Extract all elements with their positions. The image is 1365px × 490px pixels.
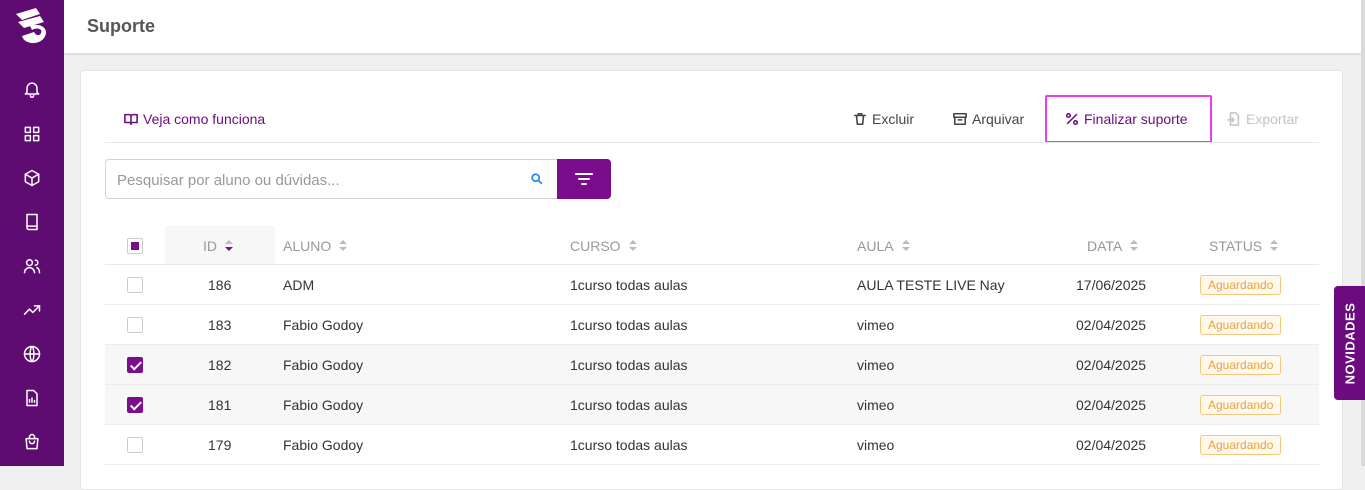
news-side-tab[interactable]: NOVIDADES	[1334, 286, 1365, 400]
cell-id: 186	[208, 277, 232, 293]
sort-icon	[225, 240, 233, 252]
toolbar-divider	[105, 142, 1319, 143]
table-row[interactable]: 182 Fabio Godoy 1curso todas aulas vimeo…	[105, 345, 1319, 385]
cell-id: 179	[208, 437, 232, 453]
row-checkbox[interactable]	[127, 357, 143, 373]
archive-icon	[953, 112, 967, 126]
trash-icon	[853, 112, 867, 126]
trending-up-icon[interactable]	[20, 298, 44, 322]
sort-icon	[628, 240, 637, 252]
archive-label: Arquivar	[972, 111, 1025, 127]
grid-icon[interactable]	[20, 122, 44, 146]
header-course[interactable]: CURSO	[570, 238, 637, 254]
status-badge: Aguardando	[1200, 395, 1282, 415]
delete-button[interactable]: Excluir	[853, 110, 914, 128]
sort-icon	[1270, 240, 1279, 252]
how-it-works-label: Veja como funciona	[143, 111, 266, 127]
top-bar: Suporte	[64, 0, 1361, 54]
users-icon[interactable]	[20, 254, 44, 278]
search-box	[105, 159, 558, 199]
header-lesson[interactable]: AULA	[857, 238, 910, 254]
cell-date: 02/04/2025	[1076, 357, 1147, 373]
cell-student: Fabio Godoy	[283, 357, 364, 373]
header-course-label: CURSO	[570, 238, 621, 254]
header-id[interactable]: ID	[203, 238, 233, 254]
box-icon[interactable]	[20, 166, 44, 190]
sort-icon	[1130, 240, 1139, 252]
header-student-label: ALUNO	[283, 238, 332, 254]
shopping-bag-icon[interactable]	[20, 430, 44, 454]
export-label: Exportar	[1246, 111, 1299, 127]
sidebar	[0, 0, 64, 466]
percent-icon	[1065, 112, 1079, 126]
filter-icon	[575, 173, 593, 185]
search-icon[interactable]	[530, 172, 544, 186]
row-checkbox[interactable]	[127, 317, 143, 333]
cell-student: Fabio Godoy	[283, 397, 364, 413]
export-button[interactable]: Exportar	[1227, 110, 1299, 128]
how-it-works-link[interactable]: Veja como funciona	[124, 110, 265, 128]
finalize-support-label: Finalizar suporte	[1084, 111, 1188, 127]
header-status-label: STATUS	[1209, 238, 1263, 254]
page-title: Suporte	[87, 16, 156, 36]
header-lesson-label: AULA	[857, 238, 894, 254]
filter-button[interactable]	[557, 159, 611, 199]
finalize-support-button[interactable]: Finalizar suporte	[1065, 110, 1188, 128]
cell-id: 182	[208, 357, 232, 373]
header-student[interactable]: ALUNO	[283, 238, 348, 254]
cell-course: 1curso todas aulas	[570, 357, 688, 373]
cell-course: 1curso todas aulas	[570, 437, 688, 453]
cell-id: 183	[208, 317, 232, 333]
cell-id: 181	[208, 397, 232, 413]
row-checkbox[interactable]	[127, 397, 143, 413]
cell-lesson: vimeo	[857, 317, 895, 333]
book-icon[interactable]	[20, 210, 44, 234]
cell-student: Fabio Godoy	[283, 437, 364, 453]
news-side-tab-label: NOVIDADES	[1342, 302, 1358, 384]
table-row[interactable]: 186 ADM 1curso todas aulas AULA TESTE LI…	[105, 265, 1319, 305]
cell-lesson: vimeo	[857, 437, 895, 453]
cell-date: 02/04/2025	[1076, 317, 1147, 333]
status-badge: Aguardando	[1200, 355, 1282, 375]
cell-date: 02/04/2025	[1076, 397, 1147, 413]
table-row[interactable]: 181 Fabio Godoy 1curso todas aulas vimeo…	[105, 385, 1319, 425]
report-icon[interactable]	[20, 386, 44, 410]
table-row[interactable]: 183 Fabio Godoy 1curso todas aulas vimeo…	[105, 305, 1319, 345]
cell-student: ADM	[283, 277, 315, 293]
bell-icon[interactable]	[20, 77, 44, 101]
select-all-checkbox[interactable]	[127, 238, 143, 254]
cell-date: 17/06/2025	[1076, 277, 1147, 293]
sort-icon	[339, 240, 348, 252]
search-input[interactable]	[117, 169, 517, 191]
cell-student: Fabio Godoy	[283, 317, 364, 333]
status-badge: Aguardando	[1200, 275, 1282, 295]
export-icon	[1227, 112, 1240, 126]
cell-course: 1curso todas aulas	[570, 277, 688, 293]
header-status[interactable]: STATUS	[1209, 238, 1279, 254]
row-checkbox[interactable]	[127, 437, 143, 453]
delete-label: Excluir	[872, 111, 915, 127]
cell-lesson: AULA TESTE LIVE Nay	[857, 277, 1005, 293]
cell-course: 1curso todas aulas	[570, 317, 688, 333]
cell-lesson: vimeo	[857, 357, 895, 373]
book-open-icon	[124, 113, 138, 126]
status-badge: Aguardando	[1200, 315, 1282, 335]
cell-date: 02/04/2025	[1076, 437, 1147, 453]
header-id-label: ID	[203, 238, 217, 254]
table-row[interactable]: 179 Fabio Godoy 1curso todas aulas vimeo…	[105, 425, 1319, 465]
header-date-label: DATA	[1087, 238, 1123, 254]
cell-course: 1curso todas aulas	[570, 397, 688, 413]
logo-icon[interactable]	[10, 4, 54, 48]
globe-icon[interactable]	[20, 342, 44, 366]
status-badge: Aguardando	[1200, 435, 1282, 455]
header-date[interactable]: DATA	[1087, 238, 1139, 254]
row-checkbox[interactable]	[127, 277, 143, 293]
sort-icon	[901, 240, 910, 252]
cell-lesson: vimeo	[857, 397, 895, 413]
archive-button[interactable]: Arquivar	[953, 110, 1024, 128]
